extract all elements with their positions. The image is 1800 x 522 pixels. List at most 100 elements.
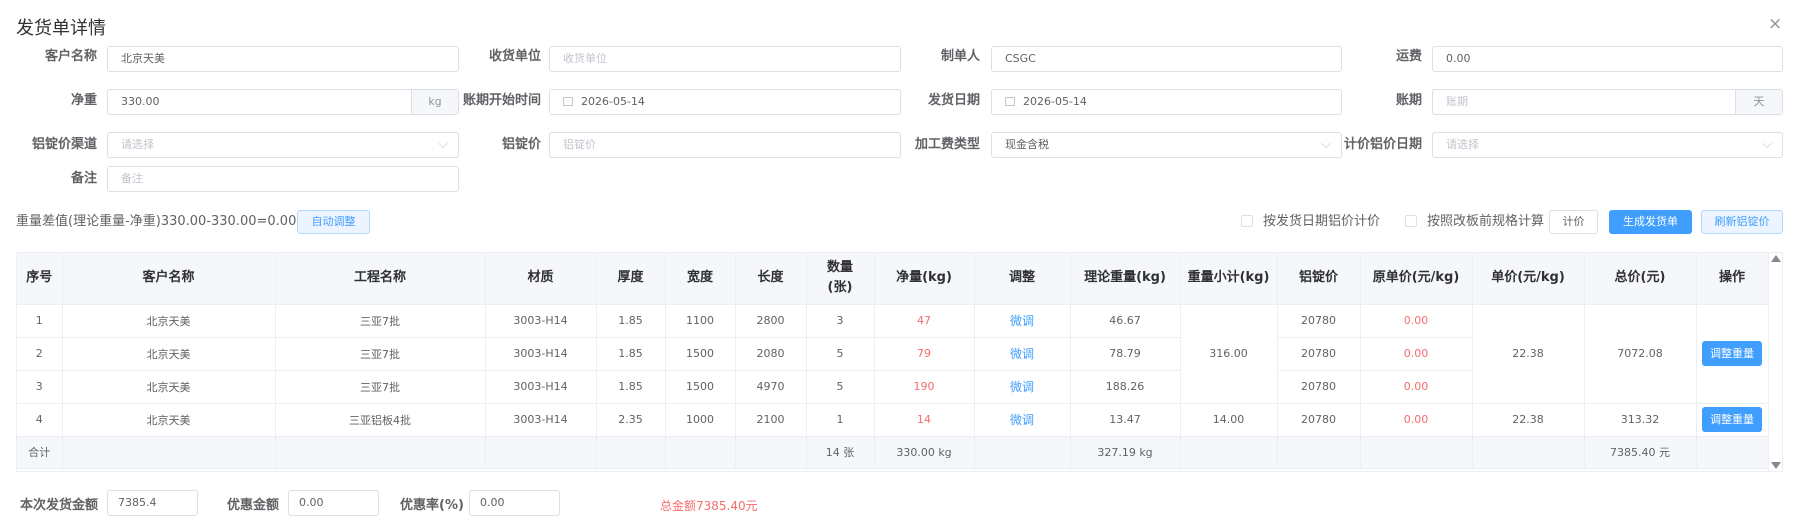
col-header: 原单价(元/kg) [1360,253,1473,305]
kg-suffix: kg [411,90,458,114]
discount-input[interactable]: 0.00 [288,490,379,516]
cell-adjust: 微调 [974,304,1071,338]
close-icon[interactable]: × [1768,14,1782,34]
chevron-down-icon: ⌵ [1321,137,1331,152]
amount-input[interactable]: 7385.4 [107,490,198,516]
summary-cell [1472,436,1585,469]
ship-date-price-checkbox[interactable]: 按发货日期铝价计价 [1241,210,1380,234]
discount-label: 优惠金额 [227,498,280,513]
fine-tune-link[interactable]: 微调 [1010,347,1034,361]
cell-theory-weight: 46.67 [1070,304,1181,338]
receiver-placeholder: 收货单位 [563,52,607,65]
generate-shipment-button[interactable]: 生成发货单 [1609,210,1692,234]
col-header: 宽度 [665,253,736,305]
scroll-up-icon[interactable] [1771,255,1781,262]
ship-date-value: 2026-05-14 [1023,95,1087,108]
summary-theory-weight: 327.19 kg [1070,436,1181,469]
col-header: 单价(元/kg) [1472,253,1585,305]
fine-tune-link[interactable]: 微调 [1010,314,1034,328]
net-weight-label: 净重 [70,93,97,108]
cell-width: 1500 [665,370,736,404]
table-row: 1 北京天美 三亚7批 3003-H14 1.85 1100 2800 3 47… [17,304,1769,404]
calendar-icon [563,97,573,106]
discount-rate-input[interactable]: 0.00 [469,490,560,516]
cell-customer: 北京天美 [62,403,276,437]
col-header: 工程名称 [275,253,486,305]
cell-thickness: 1.85 [596,370,666,404]
cell-theory-weight: 78.79 [1070,337,1181,371]
summary-row: 合计 14 张 330.00 kg 327.19 kg 7385.40 元 [17,436,1769,469]
period-input[interactable]: 账期 天 [1432,89,1783,115]
freight-label: 运费 [1395,49,1422,64]
net-weight-input[interactable]: 330.00 kg [107,89,459,115]
cell-length: 2080 [735,337,807,371]
cell-ingot-price: 20780 [1277,337,1361,371]
col-header: 总价(元) [1584,253,1697,305]
customer-input[interactable]: 北京天美 [107,46,459,72]
ship-date-label: 发货日期 [927,93,980,108]
pre-change-spec-checkbox[interactable]: 按照改板前规格计算 [1405,210,1544,234]
cell-ingot-price: 20780 [1277,370,1361,404]
cell-total-price: 7072.08 [1584,304,1697,404]
col-header: 长度 [735,253,807,305]
cell-project: 三亚铝板4批 [275,403,486,437]
cell-weight-subtotal: 14.00 [1180,403,1278,437]
pricing-date-select[interactable]: 请选择 ⌵ [1432,132,1783,158]
ingot-price-label: 铝锭价 [501,137,541,152]
cell-customer: 北京天美 [62,370,276,404]
summary-net-weight: 330.00 kg [874,436,975,469]
ingot-price-input[interactable]: 铝锭价 [549,132,901,158]
period-start-value: 2026-05-14 [581,95,645,108]
calendar-icon [1005,97,1015,106]
refresh-ingot-price-button[interactable]: 刷新铝锭价 [1701,210,1783,234]
cell-adjust: 微调 [974,337,1071,371]
receiver-label: 收货单位 [488,49,541,64]
cell-thickness: 1.85 [596,337,666,371]
process-fee-type-select[interactable]: 现金含税 ⌵ [991,132,1342,158]
freight-value: 0.00 [1446,52,1471,65]
cell-qty: 5 [806,370,875,404]
cell-unit-price: 22.38 [1472,304,1585,404]
customer-label: 客户名称 [44,49,97,64]
maker-input[interactable]: CSGC [991,46,1342,72]
summary-label: 合计 [17,436,63,469]
cell-material: 3003-H14 [485,370,597,404]
cell-adjust: 微调 [974,370,1071,404]
price-button[interactable]: 计价 [1549,210,1598,234]
col-header: 数量(张) [806,253,875,305]
period-placeholder: 账期 [1446,95,1468,108]
cell-customer: 北京天美 [62,337,276,371]
cell-length: 4970 [735,370,807,404]
amount-value: 7385.4 [118,496,157,509]
cell-customer: 北京天美 [62,304,276,338]
discount-value: 0.00 [299,496,324,509]
col-header: 客户名称 [62,253,276,305]
adjust-weight-button[interactable]: 调整重量 [1702,407,1762,432]
cell-orig-price: 0.00 [1360,370,1473,404]
summary-total: 7385.40 元 [1584,436,1697,469]
ship-date-price-label: 按发货日期铝价计价 [1263,214,1381,229]
summary-cell [485,436,597,469]
col-header: 铝锭价 [1277,253,1361,305]
freight-input[interactable]: 0.00 [1432,46,1783,72]
fine-tune-link[interactable]: 微调 [1010,413,1034,427]
cell-adjust: 微调 [974,403,1071,437]
fine-tune-link[interactable]: 微调 [1010,380,1034,394]
table-scrollbar[interactable] [1768,253,1782,471]
col-header: 重量小计(kg) [1180,253,1278,305]
scroll-down-icon[interactable] [1771,462,1781,469]
adjust-weight-button[interactable]: 调整重量 [1702,341,1762,366]
discount-rate-label: 优惠率(%) [400,498,464,513]
cell-net-weight: 79 [874,337,975,371]
ship-date-picker[interactable]: 2026-05-14 [991,89,1342,115]
auto-adjust-button[interactable]: 自动调整 [297,210,370,234]
ingot-channel-select[interactable]: 请选择 ⌵ [107,132,459,158]
remark-input[interactable]: 备注 [107,166,459,192]
period-start-date-picker[interactable]: 2026-05-14 [549,89,901,115]
cell-thickness: 2.35 [596,403,666,437]
cell-material: 3003-H14 [485,337,597,371]
weight-diff-text: 重量差值(理论重量-净重)330.00-330.00=0.00kg [16,214,313,229]
receiver-input[interactable]: 收货单位 [549,46,901,72]
cell-total-price: 313.32 [1584,403,1697,437]
days-suffix: 天 [1735,90,1782,114]
